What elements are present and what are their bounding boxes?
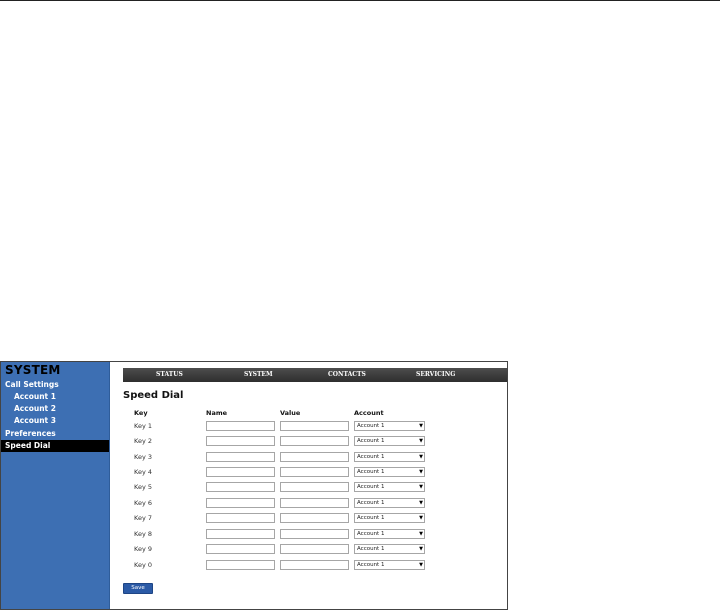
- key-label: Key 6: [134, 499, 152, 507]
- nav-status[interactable]: STATUS: [156, 368, 183, 382]
- chevron-down-icon: ▼: [419, 515, 423, 521]
- speed-dial-value-input[interactable]: [280, 452, 349, 462]
- save-button[interactable]: Save: [123, 583, 153, 594]
- key-label: Key 4: [134, 468, 152, 476]
- account-select[interactable]: Account 1 ▼: [354, 452, 425, 462]
- account-select[interactable]: Account 1 ▼: [354, 421, 425, 431]
- account-select[interactable]: Account 1 ▼: [354, 498, 425, 508]
- key-label: Key 8: [134, 530, 152, 538]
- speed-dial-value-input[interactable]: [280, 560, 349, 570]
- speed-dial-value-input[interactable]: [280, 529, 349, 539]
- speed-dial-name-input[interactable]: [206, 513, 275, 523]
- speed-dial-name-input[interactable]: [206, 560, 275, 570]
- account-select[interactable]: Account 1 ▼: [354, 560, 425, 570]
- chevron-down-icon: ▼: [419, 423, 423, 429]
- key-label: Key 5: [134, 483, 152, 491]
- key-label: Key 1: [134, 422, 152, 430]
- chevron-down-icon: ▼: [419, 484, 423, 490]
- column-header-account: Account: [354, 409, 384, 417]
- sidebar: SYSTEM Call Settings Account 1 Account 2…: [1, 362, 110, 609]
- speed-dial-value-input[interactable]: [280, 421, 349, 431]
- top-nav-bar: STATUS SYSTEM CONTACTS SERVICING: [123, 368, 507, 382]
- sidebar-item-speed-dial[interactable]: Speed Dial: [1, 440, 109, 452]
- account-select[interactable]: Account 1 ▼: [354, 513, 425, 523]
- account-select-value: Account 1: [357, 531, 385, 537]
- column-header-value: Value: [280, 409, 301, 417]
- key-label: Key 9: [134, 545, 152, 553]
- account-select-value: Account 1: [357, 500, 385, 506]
- speed-dial-name-input[interactable]: [206, 436, 275, 446]
- account-select[interactable]: Account 1 ▼: [354, 436, 425, 446]
- account-select[interactable]: Account 1 ▼: [354, 482, 425, 492]
- speed-dial-value-input[interactable]: [280, 498, 349, 508]
- nav-contacts[interactable]: CONTACTS: [328, 368, 366, 382]
- column-header-key: Key: [134, 409, 148, 417]
- column-header-name: Name: [206, 409, 228, 417]
- speed-dial-value-input[interactable]: [280, 436, 349, 446]
- account-select-value: Account 1: [357, 546, 385, 552]
- chevron-down-icon: ▼: [419, 454, 423, 460]
- account-select[interactable]: Account 1 ▼: [354, 544, 425, 554]
- account-select-value: Account 1: [357, 438, 385, 444]
- speed-dial-name-input[interactable]: [206, 544, 275, 554]
- nav-system[interactable]: SYSTEM: [244, 368, 273, 382]
- account-select[interactable]: Account 1 ▼: [354, 467, 425, 477]
- chevron-down-icon: ▼: [419, 500, 423, 506]
- account-select-value: Account 1: [357, 562, 385, 568]
- top-divider: [0, 0, 720, 1]
- speed-dial-value-input[interactable]: [280, 482, 349, 492]
- page-title: Speed Dial: [123, 390, 184, 401]
- account-select[interactable]: Account 1 ▼: [354, 529, 425, 539]
- speed-dial-name-input[interactable]: [206, 421, 275, 431]
- key-label: Key 0: [134, 561, 152, 569]
- chevron-down-icon: ▼: [419, 546, 423, 552]
- chevron-down-icon: ▼: [419, 531, 423, 537]
- speed-dial-name-input[interactable]: [206, 498, 275, 508]
- speed-dial-value-input[interactable]: [280, 513, 349, 523]
- sidebar-item-account-3[interactable]: Account 3: [1, 415, 109, 427]
- speed-dial-value-input[interactable]: [280, 544, 349, 554]
- account-select-value: Account 1: [357, 454, 385, 460]
- web-ui-frame: SYSTEM Call Settings Account 1 Account 2…: [0, 361, 508, 610]
- account-select-value: Account 1: [357, 515, 385, 521]
- account-select-value: Account 1: [357, 423, 385, 429]
- speed-dial-name-input[interactable]: [206, 452, 275, 462]
- sidebar-item-preferences[interactable]: Preferences: [1, 428, 109, 440]
- chevron-down-icon: ▼: [419, 562, 423, 568]
- chevron-down-icon: ▼: [419, 438, 423, 444]
- key-label: Key 2: [134, 437, 152, 445]
- account-select-value: Account 1: [357, 484, 385, 490]
- account-select-value: Account 1: [357, 469, 385, 475]
- chevron-down-icon: ▼: [419, 469, 423, 475]
- sidebar-item-account-1[interactable]: Account 1: [1, 391, 109, 403]
- nav-servicing[interactable]: SERVICING: [416, 368, 455, 382]
- sidebar-title: SYSTEM: [5, 363, 61, 377]
- speed-dial-name-input[interactable]: [206, 482, 275, 492]
- speed-dial-name-input[interactable]: [206, 529, 275, 539]
- speed-dial-name-input[interactable]: [206, 467, 275, 477]
- sidebar-item-account-2[interactable]: Account 2: [1, 403, 109, 415]
- sidebar-item-call-settings[interactable]: Call Settings: [1, 379, 109, 391]
- speed-dial-value-input[interactable]: [280, 467, 349, 477]
- key-label: Key 3: [134, 453, 152, 461]
- key-label: Key 7: [134, 514, 152, 522]
